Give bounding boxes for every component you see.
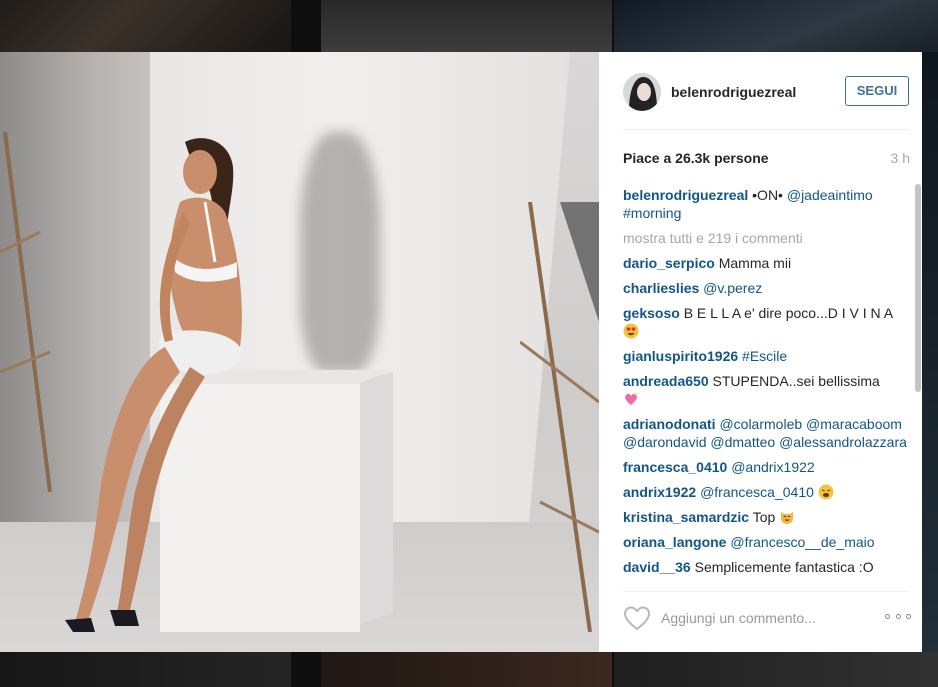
caption-hashtag[interactable]: #morning bbox=[623, 205, 681, 221]
post-sidebar: belenrodriguezreal SEGUI Piace a 26.3k p… bbox=[599, 52, 922, 652]
comment-text: STUPENDA..sei bellissima bbox=[712, 373, 880, 389]
photo-box bbox=[355, 372, 393, 627]
comment-username[interactable]: andrix1922 bbox=[623, 484, 696, 500]
more-options-icon[interactable] bbox=[885, 614, 911, 622]
photo-shadow bbox=[300, 132, 380, 372]
comment-username[interactable]: david__36 bbox=[623, 559, 691, 575]
comment-username[interactable]: andreada650 bbox=[623, 373, 709, 389]
comment-username[interactable]: gianluspirito1926 bbox=[623, 348, 738, 364]
list-item: francesca_0410 @andrix1922 bbox=[623, 458, 910, 476]
comment-mention[interactable]: @v.perez bbox=[703, 280, 762, 296]
list-item: andreada650 STUPENDA..sei bellissima bbox=[623, 372, 910, 408]
photo-model-figure bbox=[65, 138, 242, 632]
comment-username[interactable]: kristina_samardzic bbox=[623, 509, 749, 525]
comments-scrollbar[interactable] bbox=[915, 184, 921, 392]
comment-mention[interactable]: @andrix1922 bbox=[731, 459, 815, 475]
show-all-comments-link[interactable]: mostra tutti e 219 i commenti bbox=[623, 229, 910, 247]
comment-mention[interactable]: @francesca_0410 bbox=[700, 484, 814, 500]
list-item: kristina_samardzic Top bbox=[623, 508, 910, 526]
dot bbox=[885, 614, 890, 619]
comment-text: B E L L A e' dire poco...D I V I N A bbox=[683, 305, 893, 321]
comments-list[interactable]: belenrodriguezreal •ON• @jadeaintimo #mo… bbox=[623, 186, 910, 584]
comment-username[interactable]: geksoso bbox=[623, 305, 680, 321]
comment-username[interactable]: adrianodonati bbox=[623, 416, 716, 432]
list-item: geksoso B E L L A e' dire poco...D I V I… bbox=[623, 304, 910, 340]
list-item: adrianodonati @colarmoleb @maracaboom @d… bbox=[623, 415, 910, 451]
dot bbox=[895, 614, 901, 619]
divider bbox=[623, 129, 909, 130]
caption-text: •ON• bbox=[752, 187, 783, 203]
avatar[interactable] bbox=[623, 73, 661, 111]
list-item: charlieslies @v.perez bbox=[623, 279, 910, 297]
comment-hashtag[interactable]: #Escile bbox=[742, 348, 787, 364]
divider bbox=[623, 591, 909, 592]
sparkling-heart-emoji-icon bbox=[625, 392, 638, 405]
likes-row: Piace a 26.3k persone 3 h bbox=[623, 150, 910, 166]
comment-username[interactable]: dario_serpico bbox=[623, 255, 715, 271]
heart-outline-icon[interactable] bbox=[623, 605, 651, 631]
caption: belenrodriguezreal •ON• @jadeaintimo #mo… bbox=[623, 186, 910, 222]
post-timestamp[interactable]: 3 h bbox=[891, 150, 910, 166]
list-item: gianluspirito1926 #Escile bbox=[623, 347, 910, 365]
dot bbox=[906, 614, 911, 619]
comment-username[interactable]: charlieslies bbox=[623, 280, 699, 296]
list-item: dario_serpico Mamma mii bbox=[623, 254, 910, 272]
heart-eyes-emoji-icon bbox=[623, 323, 639, 339]
likes-count[interactable]: Piace a 26.3k persone bbox=[623, 150, 769, 166]
weary-face-emoji-icon bbox=[818, 484, 834, 500]
list-item: andrix1922 @francesca_0410 bbox=[623, 483, 910, 501]
post-header: belenrodriguezreal SEGUI bbox=[623, 72, 909, 112]
comment-text: Mamma mii bbox=[718, 255, 792, 271]
photo-easel bbox=[0, 132, 52, 492]
list-item: oriana_langone @francesco__de_maio bbox=[623, 533, 910, 551]
list-item: david__36 Semplicemente fantastica :O bbox=[623, 558, 910, 576]
post-photo[interactable] bbox=[0, 52, 599, 652]
follow-button[interactable]: SEGUI bbox=[845, 76, 909, 106]
avatar-image bbox=[623, 73, 661, 111]
caption-mention[interactable]: @jadeaintimo bbox=[787, 187, 873, 203]
comment-input[interactable] bbox=[661, 608, 871, 628]
smiling-cat-emoji-icon bbox=[781, 512, 794, 524]
photo-easel bbox=[520, 202, 599, 632]
comment-username[interactable]: belenrodriguezreal bbox=[623, 187, 748, 203]
comment-text: Semplicemente fantastica :O bbox=[694, 559, 874, 575]
comment-mention[interactable]: @francesco__de_maio bbox=[730, 534, 874, 550]
comment-text: Top bbox=[752, 509, 776, 525]
comment-username[interactable]: francesca_0410 bbox=[623, 459, 727, 475]
post-username[interactable]: belenrodriguezreal bbox=[671, 84, 796, 100]
comment-username[interactable]: oriana_langone bbox=[623, 534, 726, 550]
post-modal: belenrodriguezreal SEGUI Piace a 26.3k p… bbox=[0, 52, 922, 652]
